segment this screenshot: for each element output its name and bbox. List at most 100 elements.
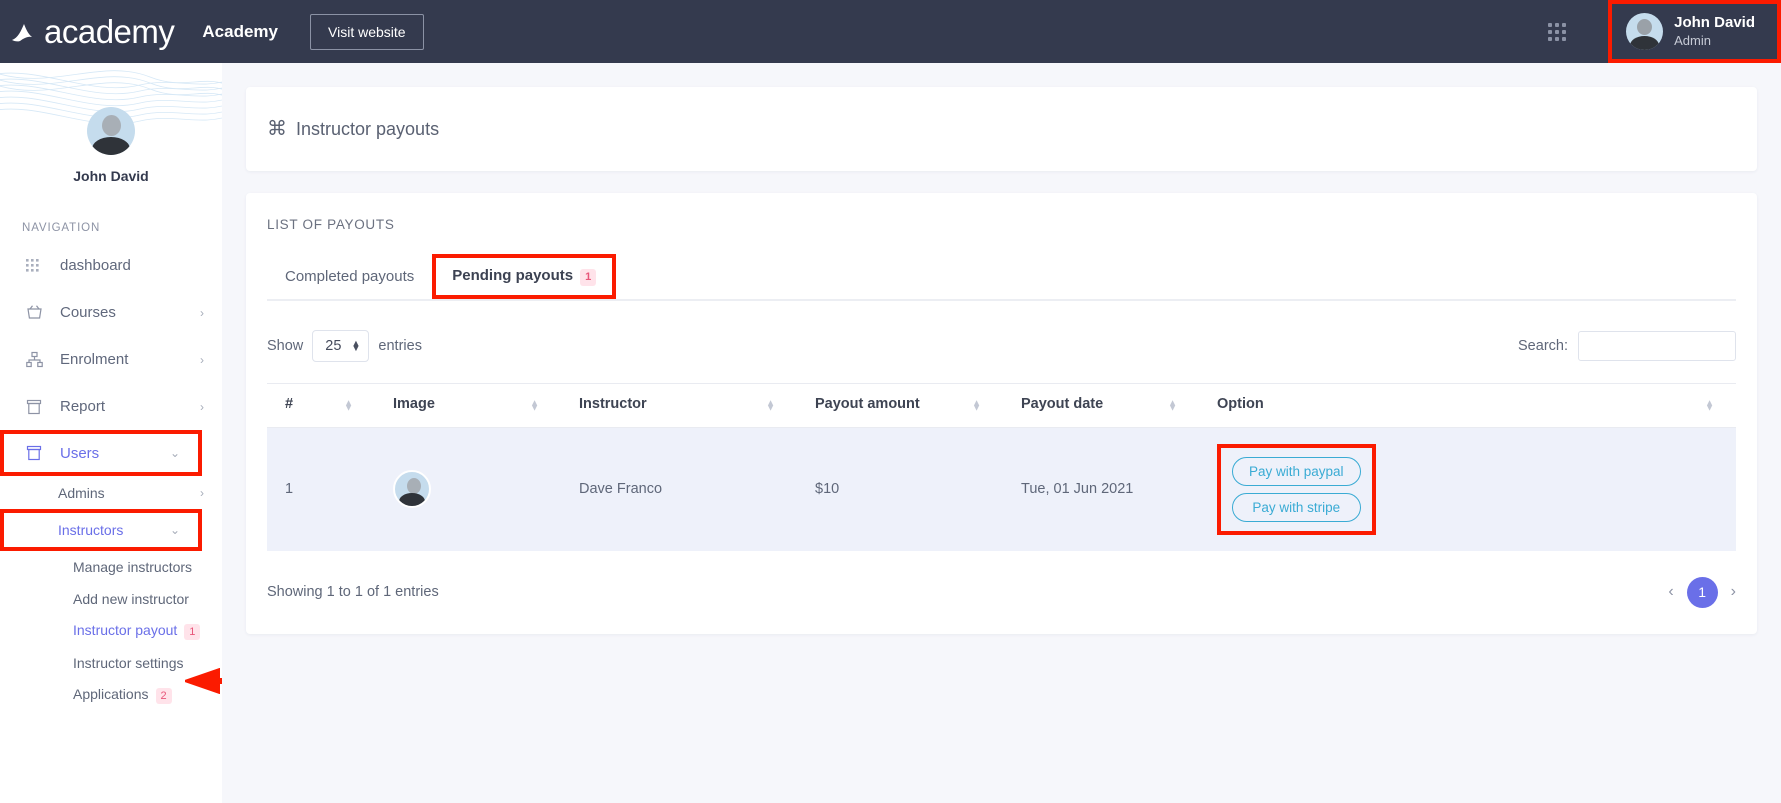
sidebar-subitem-label: Instructors <box>58 522 170 538</box>
pay-with-paypal-button[interactable]: Pay with paypal <box>1232 457 1361 486</box>
command-icon: ⌘ <box>267 119 287 139</box>
pay-with-stripe-button[interactable]: Pay with stripe <box>1232 493 1361 522</box>
column-label: Payout amount <box>815 396 920 412</box>
brand-name: Academy <box>202 22 278 42</box>
navigation-list: dashboard Courses › Enrolment › <box>0 242 222 711</box>
sidebar-subitem-applications[interactable]: Applications2 <box>0 679 222 711</box>
sidebar-subitem-label: Add new instructor <box>73 591 204 607</box>
payment-options-group: Pay with paypal Pay with stripe <box>1217 444 1376 535</box>
sort-icon: ▲▼ <box>1705 401 1714 410</box>
table-row: 1 Dave Franco $10 Tue, 01 Jun 2021 Pay w… <box>267 427 1736 551</box>
sidebar-subitem-instructor-payout[interactable]: Instructor payout 1 <box>0 615 222 647</box>
sidebar-item-dashboard[interactable]: dashboard <box>0 242 222 289</box>
basket-icon <box>26 304 48 321</box>
cell-payout-date: Tue, 01 Jun 2021 <box>1003 427 1199 551</box>
column-label: Image <box>393 396 435 412</box>
cell-payout-amount: $10 <box>797 427 1003 551</box>
payout-count-badge: 1 <box>184 624 200 641</box>
table-header-row: # ▲▼ Image ▲▼ Instructor ▲▼ Payout amoun… <box>267 383 1736 427</box>
sidebar-subitem-label: Admins <box>58 485 200 501</box>
sidebar-subitem-label: Instructor settings <box>73 655 204 671</box>
navigation-label: NAVIGATION <box>22 222 222 234</box>
cell-option: Pay with paypal Pay with stripe <box>1199 427 1736 551</box>
page-title: Instructor payouts <box>296 119 439 140</box>
archive-icon <box>26 445 48 461</box>
sidebar-subitem-instructor-settings[interactable]: Instructor settings <box>0 647 222 679</box>
sort-icon: ▲▼ <box>972 401 981 410</box>
visit-website-button[interactable]: Visit website <box>310 14 424 50</box>
chevron-right-icon: › <box>200 307 204 319</box>
sidebar-subitem-text: Applications <box>73 686 149 702</box>
sidebar-item-courses[interactable]: Courses › <box>0 289 222 336</box>
show-prefix-label: Show <box>267 338 303 354</box>
show-suffix-label: entries <box>378 338 422 354</box>
table-header: # ▲▼ Image ▲▼ Instructor ▲▼ Payout amoun… <box>267 383 1736 427</box>
grid-apps-icon[interactable] <box>1548 23 1566 41</box>
pagination: ‹ 1 › <box>1668 577 1736 608</box>
sidebar-item-label: Enrolment <box>60 351 200 368</box>
sidebar-subitem-instructors[interactable]: Instructors ⌄ <box>0 509 202 551</box>
search-input[interactable] <box>1578 331 1736 361</box>
academy-logo-icon <box>10 19 40 45</box>
pagination-page-1[interactable]: 1 <box>1687 577 1718 608</box>
column-label: Payout date <box>1021 396 1103 412</box>
search-label: Search: <box>1518 338 1568 354</box>
column-option[interactable]: Option ▲▼ <box>1199 383 1736 427</box>
logo[interactable]: academy <box>0 15 174 48</box>
column-payout-amount[interactable]: Payout amount ▲▼ <box>797 383 1003 427</box>
sidebar-subitem-label: Applications2 <box>73 686 204 705</box>
column-label: Option <box>1217 396 1264 412</box>
chevron-right-icon: › <box>200 486 204 500</box>
sitemap-icon <box>26 351 48 368</box>
pagination-prev-button[interactable]: ‹ <box>1668 583 1673 601</box>
main-content: ⌘ Instructor payouts LIST OF PAYOUTS Com… <box>222 63 1781 803</box>
column-image[interactable]: Image ▲▼ <box>375 383 561 427</box>
instructor-avatar <box>393 470 431 508</box>
tab-label: Pending payouts <box>452 267 573 284</box>
pending-count-badge: 1 <box>580 269 596 286</box>
sort-icon: ▲▼ <box>530 401 539 410</box>
sidebar-subitem-admins[interactable]: Admins › <box>0 476 222 509</box>
sidebar-item-report[interactable]: Report › <box>0 383 222 430</box>
avatar <box>1626 13 1663 50</box>
sidebar-item-label: Courses <box>60 304 200 321</box>
table-footer: Showing 1 to 1 of 1 entries ‹ 1 › <box>267 577 1736 608</box>
column-instructor[interactable]: Instructor ▲▼ <box>561 383 797 427</box>
table-body: 1 Dave Franco $10 Tue, 01 Jun 2021 Pay w… <box>267 427 1736 551</box>
sidebar-subitem-add-new-instructor[interactable]: Add new instructor <box>0 583 222 615</box>
tab-pending-payouts[interactable]: Pending payouts 1 <box>432 254 616 299</box>
table-controls: Show 25 ▲▼ entries Search: <box>267 331 1736 361</box>
sidebar-item-label: Report <box>60 398 200 415</box>
sort-icon: ▲▼ <box>766 401 775 410</box>
showing-entries-text: Showing 1 to 1 of 1 entries <box>267 584 439 600</box>
tab-completed-payouts[interactable]: Completed payouts <box>267 256 432 301</box>
user-profile-menu[interactable]: John David Admin <box>1608 0 1781 63</box>
column-payout-date[interactable]: Payout date ▲▼ <box>1003 383 1199 427</box>
chevron-right-icon: › <box>200 354 204 366</box>
search-control: Search: <box>1518 331 1736 361</box>
tab-label: Completed payouts <box>285 268 414 285</box>
pagination-next-button[interactable]: › <box>1731 583 1736 601</box>
sidebar-item-users[interactable]: Users ⌄ <box>0 430 202 476</box>
sidebar-item-enrolment[interactable]: Enrolment › <box>0 336 222 383</box>
grid-dots-icon <box>26 259 48 273</box>
cell-index: 1 <box>267 427 375 551</box>
payouts-table: # ▲▼ Image ▲▼ Instructor ▲▼ Payout amoun… <box>267 383 1736 551</box>
logo-text: academy <box>44 15 174 48</box>
entries-select[interactable]: 25 <box>312 330 369 362</box>
sidebar-subitem-manage-instructors[interactable]: Manage instructors <box>0 551 222 583</box>
list-heading: LIST OF PAYOUTS <box>267 217 1736 232</box>
top-bar: academy Academy Visit website John David… <box>0 0 1781 63</box>
column-label: Instructor <box>579 396 647 412</box>
avatar <box>87 107 135 155</box>
sidebar-subitem-text: Instructor payout <box>73 622 177 638</box>
sidebar-item-label: dashboard <box>60 257 204 274</box>
payouts-panel: LIST OF PAYOUTS Completed payouts Pendin… <box>246 193 1757 634</box>
chevron-down-icon: ⌄ <box>170 447 180 459</box>
cell-image <box>375 427 561 551</box>
column-index[interactable]: # ▲▼ <box>267 383 375 427</box>
chevron-right-icon: › <box>200 401 204 413</box>
cell-instructor: Dave Franco <box>561 427 797 551</box>
sidebar: John David NAVIGATION dashboard Courses … <box>0 63 222 803</box>
column-label: # <box>285 396 293 412</box>
